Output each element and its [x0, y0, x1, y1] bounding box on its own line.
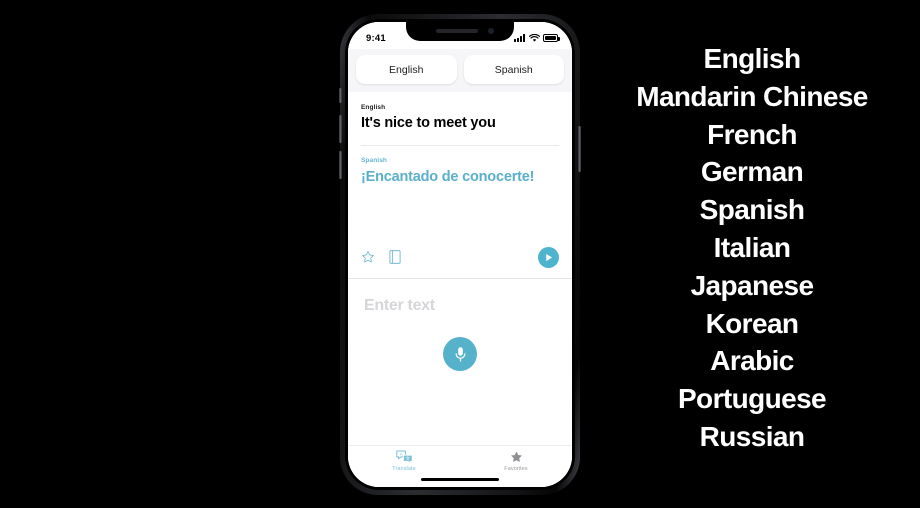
language-item: Portuguese	[677, 383, 827, 415]
wifi-icon	[528, 33, 540, 42]
dictionary-icon[interactable]	[389, 250, 401, 265]
cellular-bars-icon	[514, 34, 525, 42]
card-divider	[361, 144, 559, 146]
power-button[interactable]	[578, 126, 581, 172]
target-language-label: Spanish	[494, 63, 533, 76]
home-indicator[interactable]	[421, 478, 499, 481]
source-text: It's nice to meet you	[361, 115, 496, 131]
iphone-device-frame: 9:41 English Spanish English It's nice t…	[339, 14, 581, 495]
translated-text: ¡Encantado de conocerte!	[361, 168, 535, 185]
language-item: French	[707, 118, 797, 150]
language-item: Arabic	[710, 345, 794, 377]
translate-app: English Spanish English It's nice to mee…	[348, 22, 572, 487]
language-item: English	[703, 43, 802, 74]
tab-translate-label: Translate	[392, 466, 416, 472]
volume-down-button[interactable]	[339, 151, 342, 179]
play-icon	[545, 253, 552, 261]
tab-translate[interactable]: A 文 Translate	[348, 450, 460, 487]
source-language-pill[interactable]: English	[356, 55, 457, 84]
front-camera-icon	[488, 28, 494, 34]
language-item: Mandarin Chinese	[636, 80, 868, 112]
microphone-button[interactable]	[443, 337, 477, 372]
language-item: Italian	[713, 231, 791, 263]
target-language-caption: Spanish	[361, 156, 387, 164]
display-notch	[406, 22, 514, 41]
device-screen: 9:41 English Spanish English It's nice t…	[348, 22, 572, 487]
language-item: Russian	[699, 420, 805, 452]
volume-up-button[interactable]	[339, 115, 342, 143]
battery-icon	[543, 34, 560, 42]
microphone-icon	[455, 346, 465, 362]
language-item: Japanese	[690, 269, 814, 301]
svg-text:文: 文	[405, 455, 410, 462]
language-selector-bar: English Spanish	[348, 49, 572, 92]
play-audio-button[interactable]	[538, 246, 559, 268]
card-action-left-group	[361, 250, 401, 265]
svg-text:A: A	[399, 451, 402, 456]
status-indicators	[514, 33, 560, 43]
target-language-pill[interactable]: Spanish	[463, 55, 564, 84]
source-language-caption: English	[361, 104, 386, 111]
translate-bubbles-icon: A 文	[395, 450, 413, 464]
text-input-area[interactable]: Enter text	[348, 279, 572, 445]
tab-favorites-label: Favorites	[504, 466, 528, 472]
star-outline-icon[interactable]	[361, 250, 375, 264]
card-action-row	[348, 236, 572, 279]
enter-text-placeholder: Enter text	[364, 297, 435, 315]
status-clock: 9:41	[366, 32, 386, 44]
tab-favorites[interactable]: Favorites	[460, 450, 572, 487]
language-item: Spanish	[699, 194, 805, 226]
source-language-label: English	[389, 63, 424, 76]
earpiece-speaker-icon	[436, 29, 478, 33]
supported-languages-list: English Mandarin Chinese French German Spani…	[608, 40, 896, 456]
mute-switch[interactable]	[339, 88, 342, 103]
screenshot-stage: 9:41 English Spanish English It's nice t…	[0, 0, 920, 508]
language-item: Korean	[705, 307, 799, 339]
star-filled-icon	[510, 451, 522, 462]
device-bezel: 9:41 English Spanish English It's nice t…	[345, 19, 575, 490]
language-item: German	[700, 156, 804, 188]
translation-card[interactable]: English It's nice to meet you Spanish ¡E…	[348, 92, 572, 187]
